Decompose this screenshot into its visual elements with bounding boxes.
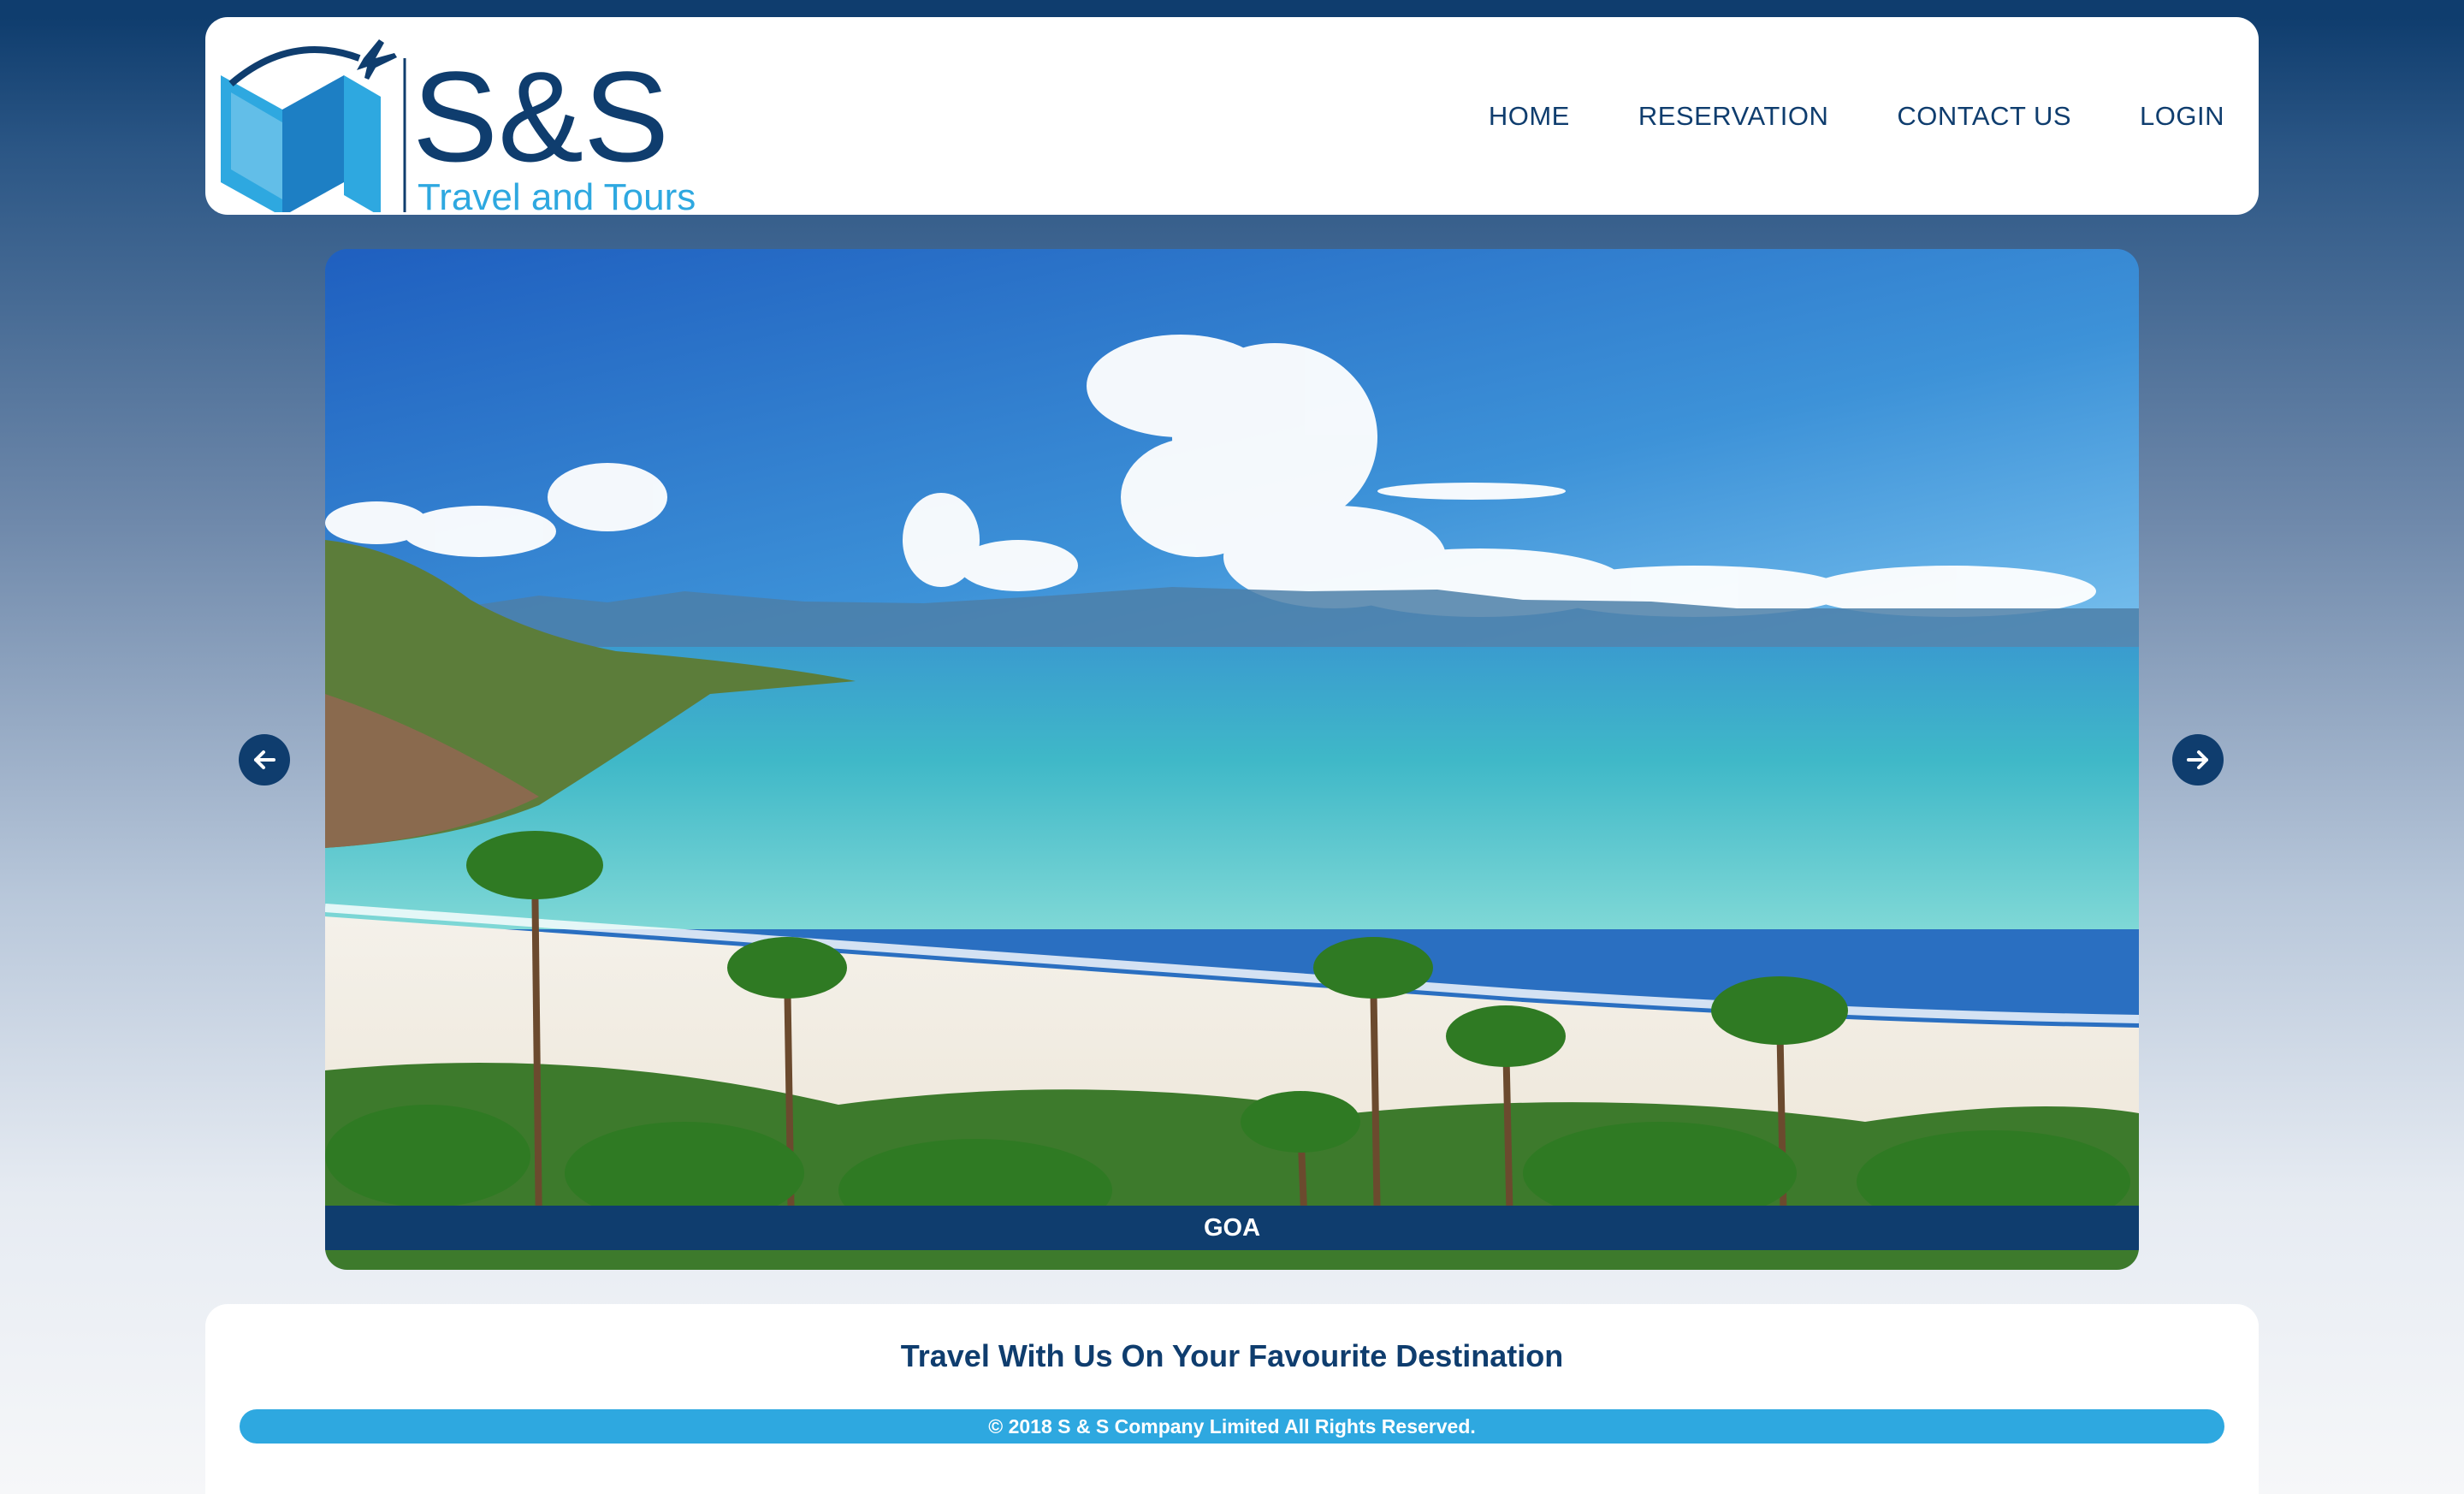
footer-copyright: © 2018 S & S Company Limited All Rights … — [240, 1409, 2224, 1444]
nav-contact-us[interactable]: CONTACT US — [1897, 101, 2071, 132]
brand-subtitle: Travel and Tours — [418, 176, 696, 212]
brand-name: S&S — [412, 44, 669, 188]
content-panel: Travel With Us On Your Favourite Destina… — [205, 1304, 2259, 1494]
brand-logo[interactable]: S&S Travel and Tours — [214, 24, 727, 212]
arrow-left-icon — [254, 750, 275, 769]
goa-beach-image — [325, 249, 2139, 1270]
image-slider: GOA — [325, 249, 2139, 1270]
slide-caption: GOA — [325, 1206, 2139, 1250]
site-header: S&S Travel and Tours HOME RESERVATION CO… — [205, 17, 2259, 215]
tagline: Travel With Us On Your Favourite Destina… — [900, 1338, 1564, 1373]
nav-reservation[interactable]: RESERVATION — [1638, 101, 1829, 132]
nav-home[interactable]: HOME — [1489, 101, 1570, 132]
main-nav: HOME RESERVATION CONTACT US LOGIN — [1489, 17, 2224, 215]
arrow-right-icon — [2187, 750, 2208, 769]
nav-login[interactable]: LOGIN — [2140, 101, 2224, 132]
slider-prev-button[interactable] — [239, 734, 290, 786]
slider-next-button[interactable] — [2172, 734, 2224, 786]
